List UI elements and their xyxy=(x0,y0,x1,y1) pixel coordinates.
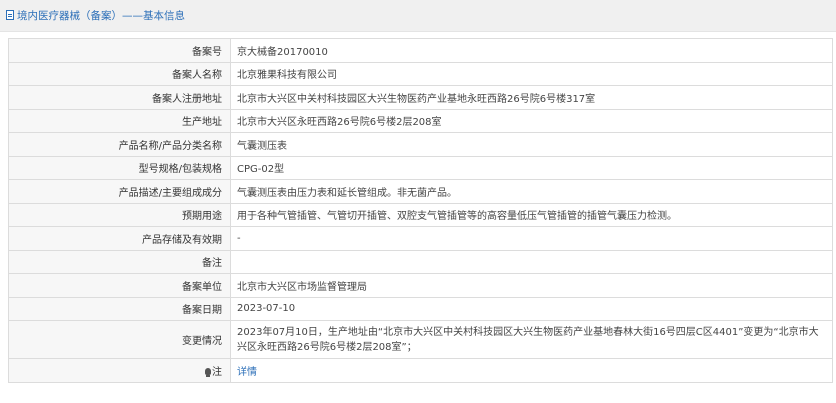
row-label: 产品名称/产品分类名称 xyxy=(8,132,231,157)
row-label: 备案人名称 xyxy=(8,61,231,86)
details-link[interactable]: 详情 xyxy=(237,367,257,378)
row-value: 气囊测压表由压力表和延长管组成。非无菌产品。 xyxy=(230,179,833,204)
row-value: 北京雅果科技有限公司 xyxy=(230,61,833,86)
table-row: 备案人注册地址 北京市大兴区中关村科技园区大兴生物医药产业基地永旺西路26号院6… xyxy=(8,85,833,110)
note-row: 注 详情 xyxy=(8,358,833,383)
table-row: 产品名称/产品分类名称 气囊测压表 xyxy=(8,132,833,157)
table-row: 备注 xyxy=(8,249,833,274)
row-label: 型号规格/包装规格 xyxy=(8,155,231,180)
row-label: 备注 xyxy=(8,249,231,274)
document-icon xyxy=(6,10,14,20)
row-value: 北京市大兴区中关村科技园区大兴生物医药产业基地永旺西路26号院6号楼317室 xyxy=(230,85,833,110)
row-value xyxy=(230,249,833,274)
row-label: 备案单位 xyxy=(8,273,231,298)
row-label: 备案号 xyxy=(8,38,231,63)
note-value: 详情 xyxy=(230,358,833,383)
row-value: 气囊测压表 xyxy=(230,132,833,157)
note-label: 注 xyxy=(212,366,222,378)
table-row: 预期用途 用于各种气管插管、气管切开插管、双腔支气管插管等的高容量低压气管插管的… xyxy=(8,202,833,227)
row-value: 北京市大兴区市场监督管理局 xyxy=(230,273,833,298)
row-label: 产品描述/主要组成成分 xyxy=(8,179,231,204)
row-value: 用于各种气管插管、气管切开插管、双腔支气管插管等的高容量低压气管插管的插管气囊压… xyxy=(230,202,833,227)
table-row: 备案单位 北京市大兴区市场监督管理局 xyxy=(8,273,833,298)
lightbulb-icon xyxy=(205,367,211,377)
table-row: 产品存储及有效期 - xyxy=(8,226,833,251)
page-header: 境内医疗器械（备案）——基本信息 xyxy=(0,0,836,32)
table-row: 备案日期 2023-07-10 xyxy=(8,296,833,321)
table-row: 变更情况 2023年07月10日，生产地址由“北京市大兴区中关村科技园区大兴生物… xyxy=(8,320,833,359)
row-value: 京大械备20170010 xyxy=(230,38,833,63)
table-row: 生产地址 北京市大兴区永旺西路26号院6号楼2层208室 xyxy=(8,108,833,133)
row-label: 生产地址 xyxy=(8,108,231,133)
row-label: 备案人注册地址 xyxy=(8,85,231,110)
row-value: CPG-02型 xyxy=(230,155,833,180)
row-value: 北京市大兴区永旺西路26号院6号楼2层208室 xyxy=(230,108,833,133)
row-label: 产品存储及有效期 xyxy=(8,226,231,251)
table-row: 产品描述/主要组成成分 气囊测压表由压力表和延长管组成。非无菌产品。 xyxy=(8,179,833,204)
row-value: 2023-07-10 xyxy=(230,296,833,321)
detail-table: 备案号 京大械备20170010 备案人名称 北京雅果科技有限公司 备案人注册地… xyxy=(8,38,833,383)
row-label: 预期用途 xyxy=(8,202,231,227)
table-row: 备案号 京大械备20170010 xyxy=(8,38,833,63)
table-row: 备案人名称 北京雅果科技有限公司 xyxy=(8,61,833,86)
table-row: 型号规格/包装规格 CPG-02型 xyxy=(8,155,833,180)
row-value: 2023年07月10日，生产地址由“北京市大兴区中关村科技园区大兴生物医药产业基… xyxy=(230,320,833,359)
row-label: 备案日期 xyxy=(8,296,231,321)
note-label-cell: 注 xyxy=(8,358,231,383)
row-label: 变更情况 xyxy=(8,320,231,359)
row-value: - xyxy=(230,226,833,251)
page-title: 境内医疗器械（备案）——基本信息 xyxy=(17,10,185,22)
